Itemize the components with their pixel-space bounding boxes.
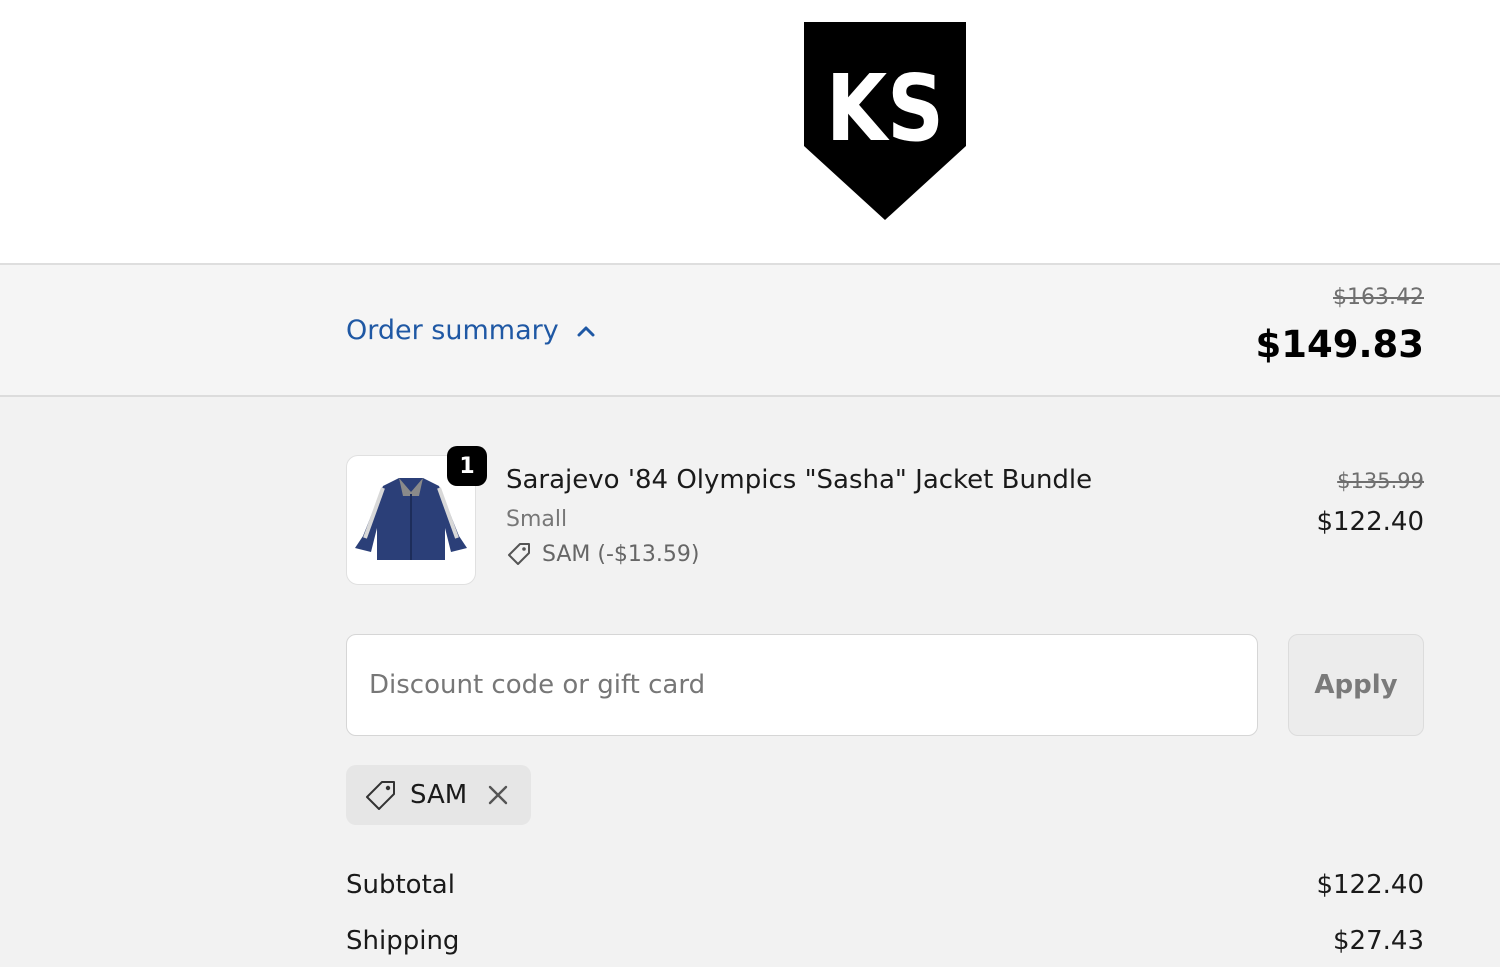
order-summary-bar: Order summary $163.42 $149.83 <box>0 265 1500 397</box>
product-discount: SAM (-$13.59) <box>506 541 699 567</box>
close-icon <box>489 785 508 805</box>
tag-icon <box>366 781 395 810</box>
order-summary-label: Order summary <box>346 315 559 346</box>
subtotal-label: Subtotal <box>346 870 455 900</box>
product-line-item: 1 Sarajevo '84 Olympics "Sasha" Jacket B… <box>346 446 1424 585</box>
chevron-up-icon <box>577 326 595 337</box>
order-total: $149.83 <box>1255 323 1424 366</box>
brand-logo[interactable]: KS <box>804 22 966 220</box>
shipping-value: $27.43 <box>1333 926 1424 956</box>
header: KS <box>0 0 1500 265</box>
brand-logo-text: KS <box>826 55 944 162</box>
discount-code-input[interactable] <box>346 634 1258 736</box>
product-name: Sarajevo '84 Olympics "Sasha" Jacket Bun… <box>506 465 1093 495</box>
subtotal-value: $122.40 <box>1316 870 1424 900</box>
product-thumbnail: 1 <box>346 446 487 585</box>
shipping-label: Shipping <box>346 926 460 956</box>
apply-button[interactable]: Apply <box>1288 634 1424 736</box>
order-summary-toggle[interactable]: Order summary <box>346 313 595 349</box>
remove-discount-button[interactable] <box>487 784 509 806</box>
applied-discount-chip: SAM <box>346 765 531 825</box>
original-total: $163.42 <box>1333 285 1424 310</box>
tag-icon <box>508 543 530 565</box>
applied-discount-code: SAM <box>410 780 468 810</box>
quantity-badge: 1 <box>447 446 487 486</box>
product-original-price: $135.99 <box>1337 469 1424 493</box>
product-discount-label: SAM (-$13.59) <box>542 541 700 567</box>
product-price: $122.40 <box>1316 507 1424 537</box>
product-variant: Small <box>506 507 568 532</box>
